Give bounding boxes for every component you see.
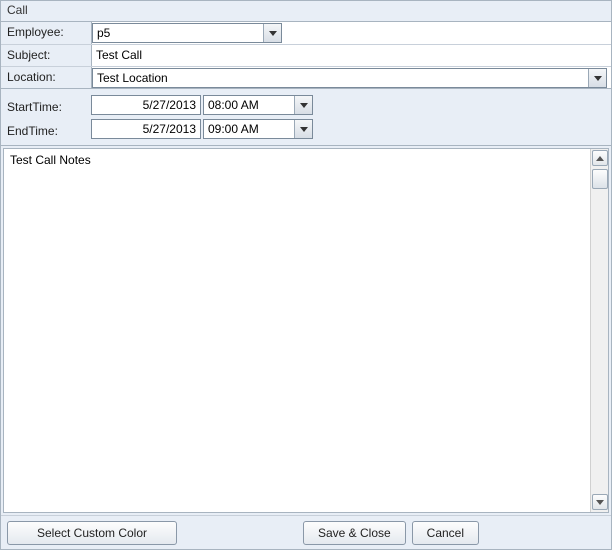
chevron-down-icon [269, 31, 277, 36]
notes-area [3, 148, 609, 513]
chevron-down-icon [300, 127, 308, 132]
subject-input[interactable]: Test Call [91, 45, 611, 66]
notes-textarea[interactable] [4, 149, 590, 512]
start-time-combobox[interactable]: 08:00 AM [203, 95, 313, 115]
chevron-down-icon [596, 500, 604, 505]
employee-cell: p5 [91, 22, 611, 44]
end-row: EndTime: 5/27/2013 09:00 AM [1, 117, 611, 141]
scroll-down-button[interactable] [592, 494, 608, 510]
subject-label: Subject: [1, 45, 91, 66]
action-buttons: Save & Close Cancel [303, 521, 485, 545]
location-cell: Test Location [91, 67, 611, 88]
start-label: StartTime: [1, 96, 91, 114]
scroll-up-button[interactable] [592, 150, 608, 166]
cancel-button[interactable]: Cancel [412, 521, 479, 545]
location-row: Location: Test Location [1, 66, 611, 88]
location-value[interactable]: Test Location [93, 69, 588, 87]
notes-scrollbar[interactable] [590, 149, 608, 512]
dialog-footer: Select Custom Color Save & Close Cancel [1, 515, 611, 549]
end-label: EndTime: [1, 120, 91, 138]
end-time-value[interactable]: 09:00 AM [204, 120, 294, 138]
save-close-button[interactable]: Save & Close [303, 521, 406, 545]
start-time-value[interactable]: 08:00 AM [204, 96, 294, 114]
end-date-input[interactable]: 5/27/2013 [91, 119, 201, 139]
start-date-input[interactable]: 5/27/2013 [91, 95, 201, 115]
location-combobox[interactable]: Test Location [92, 68, 607, 88]
end-time-dropdown-button[interactable] [294, 120, 312, 138]
employee-row: Employee: p5 [1, 22, 611, 44]
chevron-down-icon [594, 76, 602, 81]
header-fields: Employee: p5 Subject: Test Call Location… [1, 21, 611, 89]
employee-combobox[interactable]: p5 [92, 23, 282, 43]
chevron-down-icon [300, 103, 308, 108]
employee-value[interactable]: p5 [93, 24, 263, 42]
start-row: StartTime: 5/27/2013 08:00 AM [1, 93, 611, 117]
call-dialog: Call Employee: p5 Subject: Test Call Loc… [0, 0, 612, 550]
employee-dropdown-button[interactable] [263, 24, 281, 42]
employee-label: Employee: [1, 22, 91, 44]
start-time-dropdown-button[interactable] [294, 96, 312, 114]
select-custom-color-button[interactable]: Select Custom Color [7, 521, 177, 545]
chevron-up-icon [596, 156, 604, 161]
location-dropdown-button[interactable] [588, 69, 606, 87]
scroll-thumb[interactable] [592, 169, 608, 189]
end-time-combobox[interactable]: 09:00 AM [203, 119, 313, 139]
location-label: Location: [1, 67, 91, 88]
time-fields: StartTime: 5/27/2013 08:00 AM EndTime: 5… [1, 89, 611, 146]
subject-row: Subject: Test Call [1, 44, 611, 66]
window-title: Call [1, 1, 611, 21]
